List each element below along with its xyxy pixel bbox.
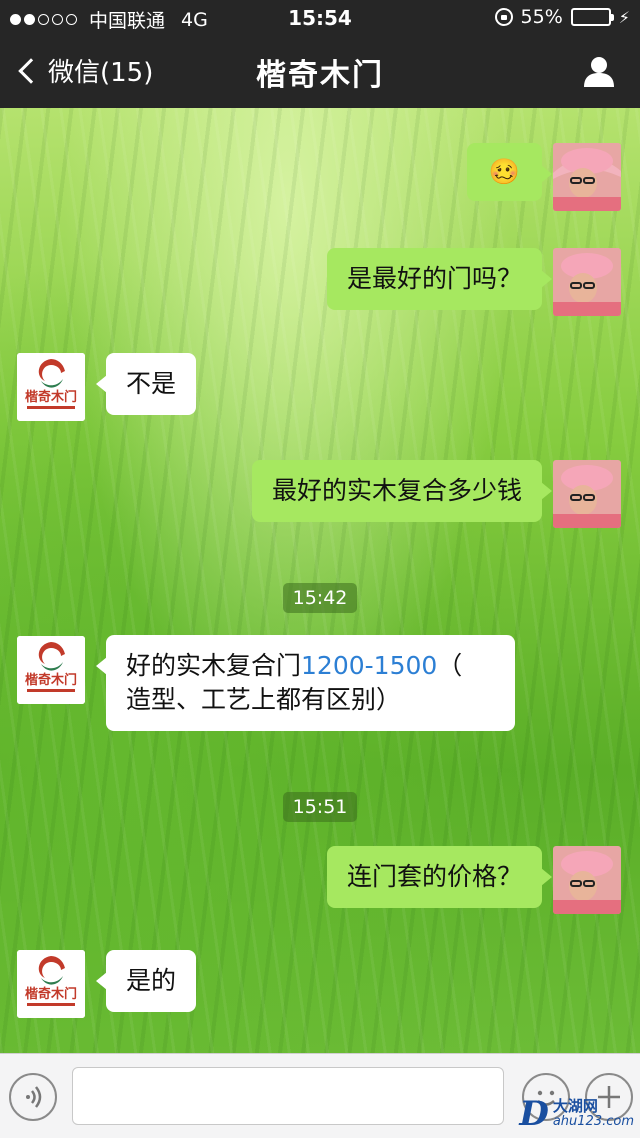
chat-area[interactable]: 🥴 是最好的门吗？ 楷奇木门 不是 最好的实木复合多少钱 15:42 楷奇木门 … [0, 108, 640, 1053]
watermark-logo: D [519, 1094, 549, 1134]
voice-input-button[interactable] [9, 1073, 57, 1121]
watermark-name: 大湖网 [552, 1097, 598, 1115]
message-text: 造型、工艺上都有区别） [126, 685, 402, 714]
price-range: 1200-1500 [301, 651, 438, 680]
message-text: 最好的实木复合多少钱 [271, 476, 522, 505]
rotation-lock-icon [494, 8, 513, 26]
chat-title: 楷奇木门 [256, 58, 384, 93]
site-watermark: D 大湖网 ahu123.com [519, 1094, 634, 1134]
status-right: 55% ⚡ [494, 6, 630, 28]
brand-avatar[interactable]: 楷奇木门 [17, 950, 85, 1018]
brand-avatar[interactable]: 楷奇木门 [17, 353, 85, 421]
brand-logo-text: 楷奇木门 [25, 389, 77, 405]
message-text: 好的实木复合门 [126, 651, 302, 680]
contact-profile-icon[interactable] [582, 54, 616, 88]
message-input[interactable] [72, 1067, 504, 1125]
status-bar: 中国联通 4G 15:54 55% ⚡ [0, 0, 640, 36]
timestamp: 15:51 [0, 792, 640, 822]
battery-percent: 55% [520, 6, 563, 28]
user-avatar[interactable] [553, 143, 621, 211]
watermark-text: 大湖网 ahu123.com [553, 1098, 634, 1130]
input-bar: D 大湖网 ahu123.com [0, 1053, 640, 1138]
message-text: 连门套的价格？ [346, 862, 522, 891]
message-bubble-mine[interactable]: 是最好的门吗？ [326, 248, 553, 310]
battery-icon [570, 8, 614, 26]
emoji-woozy-face: 🥴 [488, 157, 520, 186]
voice-icon [26, 1086, 42, 1108]
watermark-url: ahu123.com [552, 1114, 634, 1129]
user-avatar[interactable] [553, 460, 621, 528]
message-bubble-mine[interactable]: 最好的实木复合多少钱 [251, 460, 553, 522]
top-bar: 中国联通 4G 15:54 55% ⚡ 微信(15) 楷奇木门 [0, 0, 640, 108]
message-bubble-other[interactable]: 是的 [95, 950, 197, 1012]
charging-icon: ⚡ [618, 7, 630, 27]
message-bubble-emoji[interactable]: 🥴 [466, 143, 553, 201]
message-bubble-other[interactable]: 好的实木复合门1200-1500（ 造型、工艺上都有区别） [96, 635, 515, 731]
nav-bar: 微信(15) 楷奇木门 [0, 36, 640, 108]
message-text: 是最好的门吗？ [346, 264, 522, 293]
brand-logo-text: 楷奇木门 [25, 986, 77, 1002]
timestamp: 15:42 [0, 583, 640, 613]
message-text: 不是 [126, 369, 177, 398]
message-text: （ [437, 651, 463, 680]
user-avatar[interactable] [553, 846, 621, 914]
message-bubble-mine[interactable]: 连门套的价格？ [326, 846, 553, 908]
user-avatar[interactable] [553, 248, 621, 316]
brand-avatar[interactable]: 楷奇木门 [17, 636, 85, 704]
brand-logo-text: 楷奇木门 [25, 672, 77, 688]
message-bubble-other[interactable]: 不是 [95, 353, 197, 415]
message-text: 是的 [126, 966, 177, 995]
